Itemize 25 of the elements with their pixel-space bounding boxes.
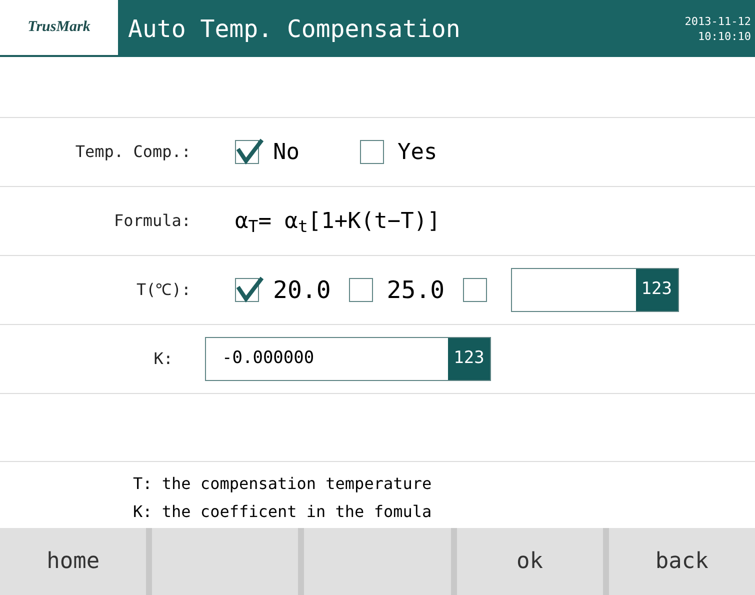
field-label: T(℃): (135, 279, 192, 301)
input-field[interactable]: -0.000000 123 (205, 337, 491, 381)
footer-button[interactable]: back (608, 528, 755, 595)
note-text: T: the compensation temperature (133, 473, 433, 495)
formula-text: α$_{T}$= α$_{t}$[1+K(t−T)] (234, 208, 440, 238)
option-label: No (273, 138, 300, 166)
option-label: Yes (398, 138, 438, 166)
field-label: Temp. Comp.: (74, 141, 192, 163)
input-field[interactable]: 123 (510, 268, 679, 312)
checkbox[interactable] (360, 140, 384, 164)
field-label: K: (152, 348, 174, 370)
footer-button[interactable]: ok (456, 528, 603, 595)
date-label: 2013-11-12 (684, 14, 751, 28)
option-label: 20.0 (273, 275, 331, 306)
field-label: Formula: (112, 210, 192, 232)
note-text: K: the coefficent in the fomula (133, 501, 433, 523)
keypad-button[interactable]: 123 (636, 269, 678, 311)
field-value: -0.000000 (222, 347, 314, 370)
option-label: 25.0 (386, 275, 445, 306)
footer-button[interactable]: home (0, 528, 146, 595)
time-label: 10:10:10 (698, 28, 751, 44)
checkbox[interactable] (348, 278, 373, 302)
keypad-button[interactable]: 123 (448, 338, 490, 380)
window-title: Auto Temp. Compensation (128, 14, 460, 44)
checkbox[interactable] (462, 278, 487, 302)
